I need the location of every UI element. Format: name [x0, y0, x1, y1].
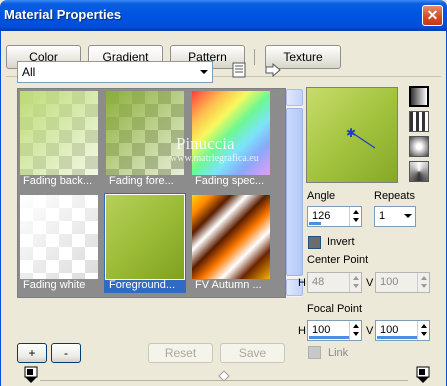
spin-buttons[interactable]: [349, 207, 361, 226]
angle-label: Angle: [307, 190, 336, 202]
window-title: Material Properties: [4, 7, 122, 22]
scroll-up-button[interactable]: [286, 89, 303, 106]
thumbnail-caption: FV Autumn ...: [195, 279, 262, 291]
focal-v-slider-fill: [377, 336, 417, 339]
sunburst-style-button[interactable]: [409, 136, 429, 157]
gradient-thumbnail-selected[interactable]: Foreground...: [104, 193, 186, 293]
center-v-value: 100: [380, 276, 399, 288]
gradient-preview-image: [192, 195, 270, 279]
center-v-spinner[interactable]: 100: [375, 272, 430, 293]
focal-h-value: 100: [312, 324, 331, 336]
gradient-thumbnail[interactable]: Fading spec...: [190, 89, 272, 189]
thumbnail-caption: Fading fore...: [109, 175, 174, 187]
gradient-preview-image: [192, 91, 270, 175]
center-h-label: H: [298, 277, 306, 289]
gradient-preview[interactable]: ✱: [306, 87, 398, 183]
gradient-thumbnail[interactable]: Fading fore...: [104, 89, 186, 189]
focal-h-label: H: [298, 325, 306, 337]
title-bar: Material Properties ✕: [0, 0, 447, 31]
repeats-dropdown[interactable]: 1: [374, 206, 416, 227]
repeats-value: 1: [379, 210, 386, 222]
arrow-right-icon[interactable]: [265, 63, 281, 77]
invert-checkbox[interactable]: [308, 236, 321, 249]
gradient-thumbnail[interactable]: Fading white: [18, 193, 100, 293]
linear-style-button[interactable]: [409, 86, 429, 107]
thumbnail-caption: Foreground...: [109, 279, 176, 291]
tab-separator: [254, 49, 255, 65]
save-button[interactable]: Save: [220, 343, 285, 363]
scroll-thumb[interactable]: [286, 108, 303, 276]
background-stop-icon[interactable]: [416, 366, 430, 384]
thumbnail-caption: Fading spec...: [195, 175, 265, 187]
angle-indicator-icon: ✱: [346, 126, 376, 149]
gradient-thumbnail[interactable]: Fading back...: [18, 89, 100, 189]
category-dropdown[interactable]: All: [17, 61, 213, 83]
angle-slider-fill: [309, 222, 321, 225]
reset-button[interactable]: Reset: [148, 343, 213, 363]
thumbnail-caption: Fading back...: [23, 175, 93, 187]
close-button[interactable]: ✕: [422, 5, 443, 26]
repeats-label: Repeats: [374, 190, 415, 202]
radial-style-button[interactable]: [409, 161, 429, 182]
focal-h-spinner[interactable]: 100: [307, 320, 362, 341]
gradient-preview-image: [20, 195, 98, 279]
spin-buttons[interactable]: [349, 273, 361, 292]
thumbnail-scrollbar[interactable]: [286, 89, 303, 297]
link-label: Link: [328, 347, 349, 359]
gradient-preview-image: [105, 194, 185, 280]
link-checkbox[interactable]: [308, 346, 321, 359]
focal-point-label: Focal Point: [307, 303, 363, 315]
angle-spinner[interactable]: 126: [307, 206, 362, 227]
center-h-spinner[interactable]: 48: [307, 272, 362, 293]
spin-buttons[interactable]: [417, 273, 429, 292]
focal-v-label: V: [366, 325, 374, 337]
remove-gradient-button[interactable]: -: [51, 343, 81, 363]
center-v-label: V: [366, 277, 374, 289]
svg-text:✱: ✱: [346, 126, 356, 140]
spin-buttons[interactable]: [349, 321, 361, 340]
center-point-label: Center Point: [307, 254, 369, 266]
gradient-preview-image: [20, 91, 98, 175]
gradient-thumbnail-grid: Fading back... Fading fore... Fading spe…: [17, 88, 303, 298]
resource-library-icon[interactable]: [232, 62, 246, 78]
spin-buttons[interactable]: [417, 321, 429, 340]
focal-v-value: 100: [380, 324, 399, 336]
focal-h-slider-fill: [309, 336, 349, 339]
chevron-down-icon: [200, 70, 208, 74]
center-h-value: 48: [312, 276, 325, 288]
invert-label: Invert: [327, 236, 355, 248]
category-value: All: [22, 65, 36, 79]
foreground-stop-icon[interactable]: [24, 366, 38, 384]
rectangular-style-button[interactable]: [409, 111, 429, 132]
chevron-down-icon: [404, 214, 412, 218]
thumbnail-caption: Fading white: [23, 279, 86, 291]
gradient-preview-image: [106, 91, 184, 175]
gradient-thumbnail[interactable]: FV Autumn ...: [190, 193, 272, 293]
focal-v-spinner[interactable]: 100: [375, 320, 430, 341]
add-gradient-button[interactable]: +: [17, 343, 47, 363]
angle-value: 126: [312, 210, 331, 222]
